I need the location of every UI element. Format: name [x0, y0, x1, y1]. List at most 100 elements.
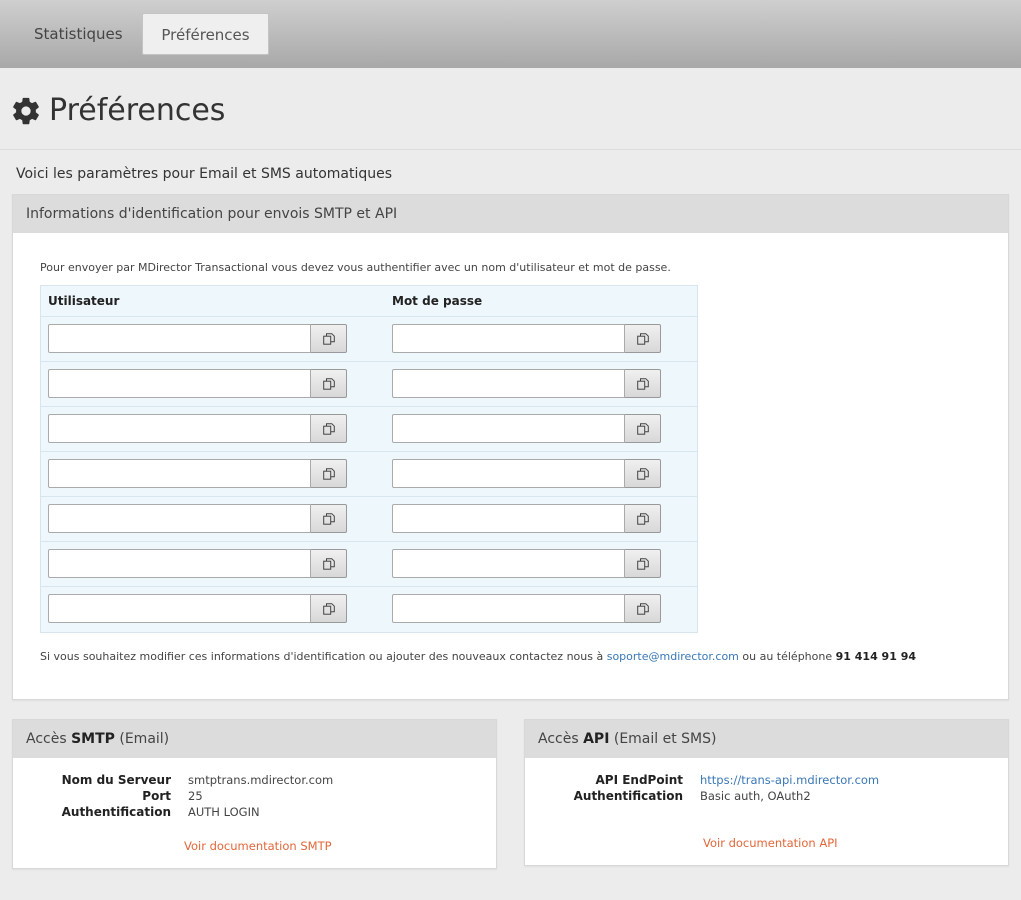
username-input[interactable] — [48, 459, 311, 488]
smtp-server-value: smtptrans.mdirector.com — [188, 773, 334, 787]
copy-icon — [322, 602, 335, 615]
copy-password-button[interactable] — [625, 324, 661, 353]
api-endpoint-value: https://trans-api.mdirector.com — [700, 772, 879, 788]
copy-password-button[interactable] — [625, 549, 661, 578]
copy-username-button[interactable] — [311, 549, 347, 578]
copy-icon — [636, 512, 649, 525]
copy-icon — [636, 602, 649, 615]
user-field-group — [48, 594, 347, 623]
password-input[interactable] — [392, 549, 625, 578]
smtp-port-label: Port — [142, 789, 171, 803]
password-field-group — [392, 504, 661, 533]
table-row — [41, 497, 697, 542]
username-input[interactable] — [48, 414, 311, 443]
user-field-group — [48, 369, 347, 398]
username-input[interactable] — [48, 549, 311, 578]
smtp-port-value: 25 — [188, 789, 203, 803]
smtp-docs-link[interactable]: Voir documentation SMTP — [184, 839, 332, 853]
copy-icon — [322, 377, 335, 390]
support-email-link[interactable]: soporte@mdirector.com — [607, 650, 739, 663]
table-row — [41, 542, 697, 587]
copy-username-button[interactable] — [311, 504, 347, 533]
contact-mid: ou au téléphone — [738, 650, 836, 663]
copy-password-button[interactable] — [625, 594, 661, 623]
api-docs-link[interactable]: Voir documentation API — [703, 836, 838, 850]
api-endpoint-link[interactable]: https://trans-api.mdirector.com — [700, 773, 879, 787]
copy-icon — [322, 512, 335, 525]
intro-text: Voici les paramètres pour Email et SMS a… — [16, 166, 393, 182]
column-header-user: Utilisateur — [48, 294, 120, 308]
auth-note: Pour envoyer par MDirector Transactional… — [40, 261, 671, 274]
smtp-title-prefix: Accès — [26, 731, 72, 747]
api-auth-label: Authentification — [573, 789, 683, 803]
copy-icon — [636, 422, 649, 435]
api-title-suffix: (Email et SMS) — [609, 731, 717, 747]
api-auth-value: Basic auth, OAuth2 — [700, 789, 811, 803]
username-input[interactable] — [48, 594, 311, 623]
api-title-prefix: Accès — [538, 731, 584, 747]
contact-text: Si vous souhaitez modifier ces informati… — [40, 650, 916, 663]
copy-username-button[interactable] — [311, 594, 347, 623]
copy-icon — [322, 557, 335, 570]
copy-username-button[interactable] — [311, 324, 347, 353]
tab-preferences[interactable]: Préférences — [142, 13, 269, 55]
smtp-auth-value: AUTH LOGIN — [188, 805, 260, 819]
table-row — [41, 362, 697, 407]
top-tab-bar: Statistiques Préférences — [0, 0, 1021, 68]
copy-icon — [636, 467, 649, 480]
page-header: Préférences — [12, 93, 225, 128]
api-title-bold: API — [583, 731, 610, 747]
copy-icon — [322, 467, 335, 480]
gear-icon — [13, 97, 39, 124]
table-row — [41, 407, 697, 452]
api-panel-title: Accès API (Email et SMS) — [525, 720, 1008, 758]
api-endpoint-label: API EndPoint — [595, 773, 684, 787]
user-field-group — [48, 414, 347, 443]
username-input[interactable] — [48, 369, 311, 398]
table-header: Utilisateur Mot de passe — [41, 286, 697, 317]
copy-icon — [322, 332, 335, 345]
copy-username-button[interactable] — [311, 369, 347, 398]
smtp-title-bold: SMTP — [71, 731, 115, 747]
credentials-table: Utilisateur Mot de passe — [40, 285, 698, 633]
copy-password-button[interactable] — [625, 504, 661, 533]
user-field-group — [48, 324, 347, 353]
copy-password-button[interactable] — [625, 369, 661, 398]
username-input[interactable] — [48, 324, 311, 353]
copy-icon — [636, 332, 649, 345]
copy-password-button[interactable] — [625, 414, 661, 443]
password-input[interactable] — [392, 369, 625, 398]
api-panel: Accès API (Email et SMS) API EndPoint Au… — [524, 719, 1009, 866]
credentials-panel: Informations d'identification pour envoi… — [12, 194, 1009, 700]
user-field-group — [48, 504, 347, 533]
copy-username-button[interactable] — [311, 414, 347, 443]
username-input[interactable] — [48, 504, 311, 533]
password-field-group — [392, 594, 661, 623]
page-title: Préférences — [49, 93, 226, 128]
tab-statistiques[interactable]: Statistiques — [16, 13, 141, 55]
password-field-group — [392, 324, 661, 353]
smtp-title-suffix: (Email) — [114, 731, 170, 747]
support-phone: 91 414 91 94 — [835, 650, 916, 663]
password-input[interactable] — [392, 414, 625, 443]
password-input[interactable] — [392, 594, 625, 623]
smtp-panel-title: Accès SMTP (Email) — [13, 720, 496, 758]
table-row — [41, 587, 697, 632]
copy-password-button[interactable] — [625, 459, 661, 488]
password-field-group — [392, 549, 661, 578]
password-input[interactable] — [392, 504, 625, 533]
table-row — [41, 452, 697, 497]
user-field-group — [48, 549, 347, 578]
password-input[interactable] — [392, 459, 625, 488]
smtp-panel: Accès SMTP (Email) Nom du Serveur Port A… — [12, 719, 497, 869]
copy-icon — [636, 557, 649, 570]
password-field-group — [392, 414, 661, 443]
copy-icon — [322, 422, 335, 435]
header-divider — [0, 149, 1021, 150]
contact-prefix: Si vous souhaitez modifier ces informati… — [40, 650, 607, 663]
copy-icon — [636, 377, 649, 390]
password-field-group — [392, 369, 661, 398]
column-header-password: Mot de passe — [392, 294, 483, 308]
copy-username-button[interactable] — [311, 459, 347, 488]
password-input[interactable] — [392, 324, 625, 353]
